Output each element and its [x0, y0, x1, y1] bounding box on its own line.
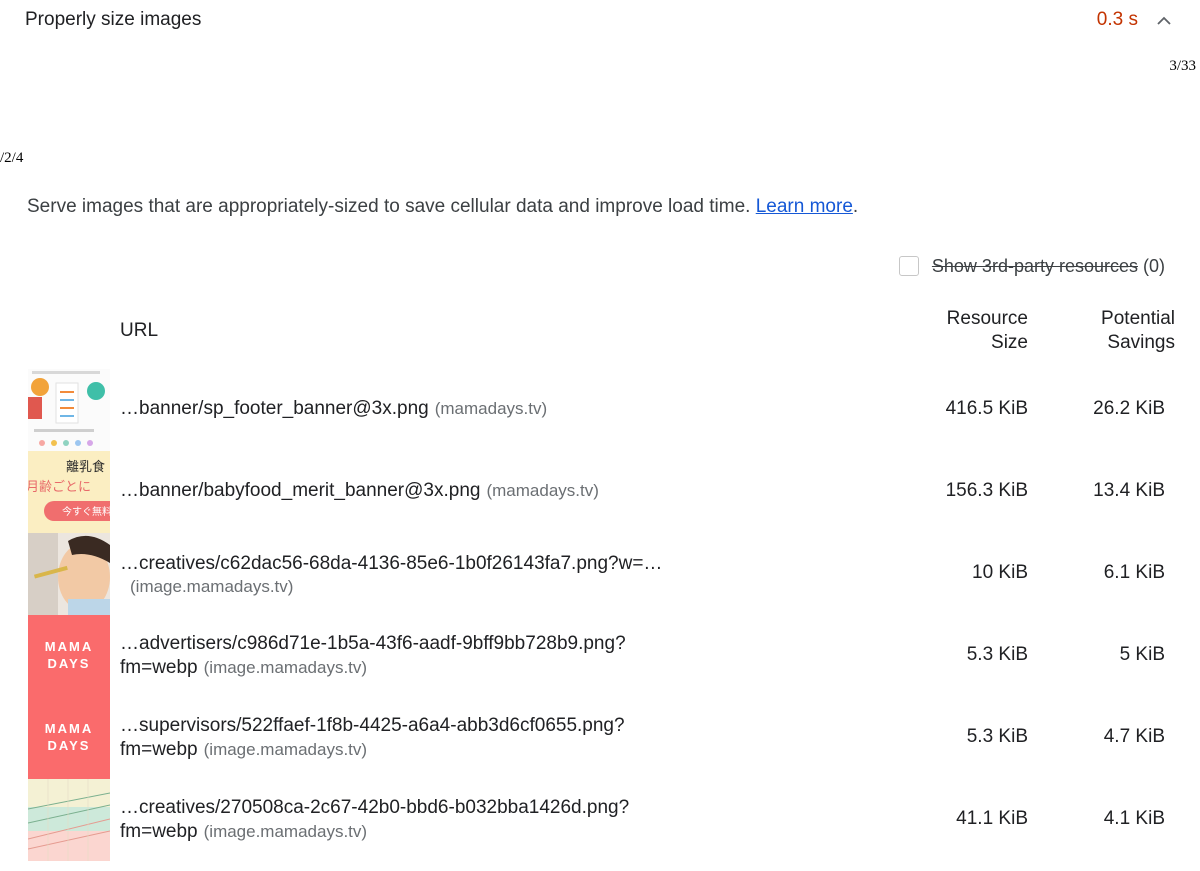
column-header-url: URL: [120, 320, 159, 341]
resource-size: 416.5 KiB: [945, 398, 1028, 419]
babyfood-banner-thumbnail: 離乳食 月齢ごとに 今すぐ無料: [28, 451, 110, 533]
baby-photo-thumbnail: [28, 533, 110, 615]
audit-metric-value: 0.3 s: [1096, 9, 1138, 30]
url-text: fm=webp: [120, 739, 198, 760]
table-row: …creatives/c62dac56-68da-4136-85e6-1b0f2…: [0, 533, 1200, 615]
third-party-checkbox[interactable]: [898, 256, 919, 276]
svg-text:離乳食: 離乳食: [66, 459, 105, 475]
resource-size: 5.3 KiB: [966, 726, 1028, 747]
description-end: .: [852, 196, 859, 217]
third-party-label: Show 3rd-party resources: [931, 255, 1138, 276]
potential-savings: 4.7 KiB: [1103, 726, 1165, 747]
table-row: …banner/sp_footer_banner@3x.png (mamadays…: [0, 369, 1200, 451]
resource-size: 156.3 KiB: [945, 480, 1028, 501]
resource-url-continued: fm=webp (image.mamadays.tv): [120, 821, 367, 843]
mamadays-logo-thumbnail: MAMA DAYS: [28, 615, 110, 697]
url-text: …advertisers/c986d71e-1b5a-43f6-aadf-9bf…: [120, 633, 626, 654]
column-header-potential-savings: Potential Savings: [1070, 307, 1175, 355]
resource-url: …creatives/c62dac56-68da-4136-85e6-1b0f2…: [120, 553, 662, 575]
url-host: (mamadays.tv): [434, 399, 548, 418]
column-header-resource-size: Resource Size: [920, 307, 1028, 355]
resource-size: 41.1 KiB: [956, 808, 1028, 829]
url-text: …banner/sp_footer_banner@3x.png: [120, 398, 429, 419]
table-row: …creatives/270508ca-2c67-42b0-bbd6-b032b…: [0, 779, 1200, 861]
resource-size: 5.3 KiB: [966, 644, 1028, 665]
growth-chart-thumbnail: [28, 779, 110, 861]
url-host: (mamadays.tv): [486, 481, 599, 500]
resource-url: …supervisors/522ffaef-1f8b-4425-a6a4-abb…: [120, 715, 625, 737]
audit-description: Serve images that are appropriately-size…: [27, 196, 858, 218]
table-row: MAMA DAYS …advertisers/c986d71e-1b5a-43f6…: [0, 615, 1200, 697]
url-host: (image.mamadays.tv): [203, 658, 368, 677]
url-host: (image.mamadays.tv): [130, 577, 294, 596]
resource-url-continued: fm=webp (image.mamadays.tv): [120, 657, 367, 679]
logo-text: MAMA DAYS: [28, 615, 110, 697]
resource-url: …banner/babyfood_merit_banner@3x.png (mam…: [120, 480, 599, 502]
potential-savings: 6.1 KiB: [1103, 562, 1165, 583]
url-text: …creatives/c62dac56-68da-4136-85e6-1b0f2…: [120, 553, 663, 574]
mamadays-logo-thumbnail: MAMA DAYS: [28, 697, 110, 779]
url-text: …banner/babyfood_merit_banner@3x.png: [120, 480, 481, 501]
url-text: …creatives/270508ca-2c67-42b0-bbd6-b032b…: [120, 797, 630, 818]
url-text: …supervisors/522ffaef-1f8b-4425-a6a4-abb…: [120, 715, 625, 736]
header-line: Size: [991, 332, 1028, 353]
learn-more-link[interactable]: Learn more: [756, 196, 853, 217]
header-line: Potential: [1101, 308, 1175, 329]
resource-url: …banner/sp_footer_banner@3x.png (mamadays…: [120, 398, 547, 420]
svg-text:今すぐ無料: 今すぐ無料: [62, 505, 110, 518]
url-text: fm=webp: [120, 821, 198, 842]
description-text: Serve images that are appropriately-size…: [27, 196, 756, 217]
footer-banner-thumbnail: [28, 369, 110, 451]
url-host: (image.mamadays.tv): [203, 740, 368, 759]
resource-url: …advertisers/c986d71e-1b5a-43f6-aadf-9bf…: [120, 633, 626, 655]
table-row: 離乳食 月齢ごとに 今すぐ無料 …banner/babyfood_merit_b…: [0, 451, 1200, 533]
svg-text:月齢ごとに: 月齢ごとに: [28, 479, 91, 495]
header-line: Savings: [1107, 332, 1175, 353]
page-counter-left: /2/4: [0, 150, 24, 166]
audit-header[interactable]: Properly size images 0.3 s: [25, 8, 1200, 36]
third-party-count: (0): [1143, 255, 1165, 276]
url-host: (image.mamadays.tv): [203, 822, 368, 841]
resource-url-continued: fm=webp (image.mamadays.tv): [120, 739, 367, 761]
url-text: fm=webp: [120, 657, 198, 678]
page-counter: 3/33: [1169, 58, 1196, 74]
resource-size: 10 KiB: [972, 562, 1028, 583]
potential-savings: 5 KiB: [1119, 644, 1165, 665]
logo-text: MAMA DAYS: [28, 697, 110, 779]
potential-savings: 13.4 KiB: [1093, 480, 1165, 501]
resource-url: …creatives/270508ca-2c67-42b0-bbd6-b032b…: [120, 797, 629, 819]
potential-savings: 4.1 KiB: [1103, 808, 1165, 829]
potential-savings: 26.2 KiB: [1093, 398, 1165, 419]
table-row: MAMA DAYS …supervisors/522ffaef-1f8b-4425…: [0, 697, 1200, 779]
audit-title: Properly size images: [25, 9, 202, 30]
header-line: Resource: [946, 308, 1028, 329]
third-party-toggle[interactable]: Show 3rd-party resources (0): [898, 254, 1165, 278]
chevron-up-icon[interactable]: [1154, 11, 1174, 31]
